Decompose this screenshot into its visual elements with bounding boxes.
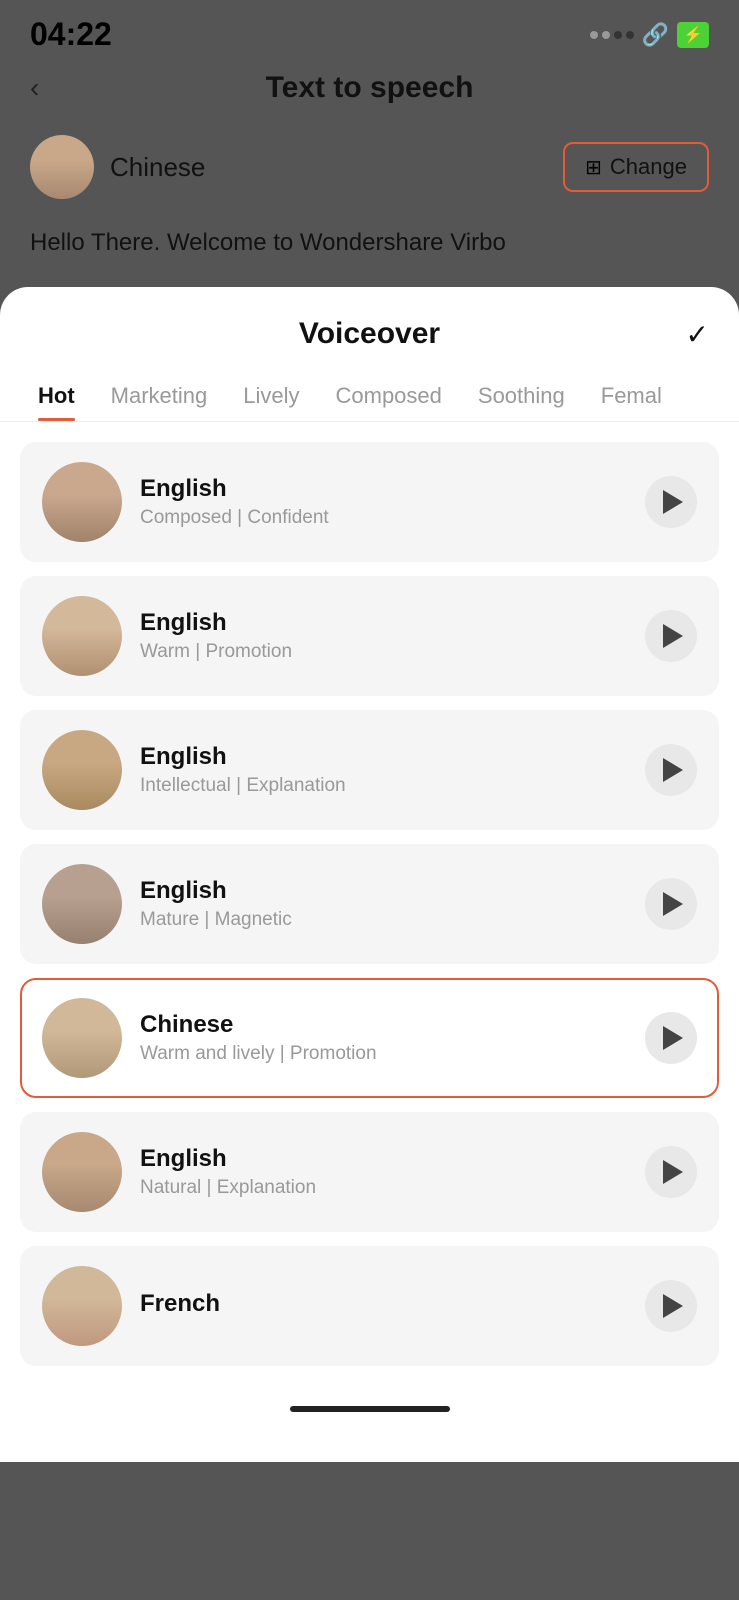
face-6 bbox=[42, 1132, 122, 1212]
face-5 bbox=[42, 998, 122, 1078]
voice-info-4: English Mature | Magnetic bbox=[140, 877, 627, 931]
face-1 bbox=[42, 462, 122, 542]
play-icon-7 bbox=[663, 1294, 683, 1318]
play-button-6[interactable] bbox=[645, 1146, 697, 1198]
voice-tags-4: Mature | Magnetic bbox=[140, 909, 627, 931]
tab-female[interactable]: Femal bbox=[583, 371, 680, 421]
back-button[interactable]: ‹ bbox=[30, 72, 39, 104]
face-2 bbox=[42, 596, 122, 676]
voice-avatar-5 bbox=[42, 998, 122, 1078]
play-button-2[interactable] bbox=[645, 610, 697, 662]
tab-marketing[interactable]: Marketing bbox=[93, 371, 226, 421]
change-button-label: Change bbox=[610, 154, 687, 180]
play-button-7[interactable] bbox=[645, 1280, 697, 1332]
tab-lively[interactable]: Lively bbox=[225, 371, 317, 421]
voice-avatar-6 bbox=[42, 1132, 122, 1212]
play-button-3[interactable] bbox=[645, 744, 697, 796]
play-icon-6 bbox=[663, 1160, 683, 1184]
play-button-4[interactable] bbox=[645, 878, 697, 930]
play-icon-5 bbox=[663, 1026, 683, 1050]
status-bar: 04:22 🔗 ⚡ bbox=[0, 0, 739, 61]
voice-lang-3: English bbox=[140, 743, 627, 771]
voice-avatar-3 bbox=[42, 730, 122, 810]
signal-dot-2 bbox=[602, 31, 610, 39]
play-icon-3 bbox=[663, 758, 683, 782]
voice-tags-1: Composed | Confident bbox=[140, 507, 627, 529]
page-title: Text to speech bbox=[266, 71, 474, 105]
signal-dot-3 bbox=[614, 31, 622, 39]
voice-info-2: English Warm | Promotion bbox=[140, 609, 627, 663]
voice-card-4[interactable]: English Mature | Magnetic bbox=[20, 844, 719, 964]
confirm-button[interactable]: ✓ bbox=[686, 318, 709, 351]
voice-lang-6: English bbox=[140, 1145, 627, 1173]
signal-dot-4 bbox=[626, 31, 634, 39]
link-icon: 🔗 bbox=[642, 22, 669, 48]
signal-dot-1 bbox=[590, 31, 598, 39]
sheet-header: Voiceover ✓ bbox=[0, 287, 739, 361]
voice-info-1: English Composed | Confident bbox=[140, 475, 627, 529]
voice-left: Chinese bbox=[30, 135, 205, 199]
voice-avatar-4 bbox=[42, 864, 122, 944]
battery-icon: ⚡ bbox=[677, 22, 709, 48]
play-button-5[interactable] bbox=[645, 1012, 697, 1064]
voice-info-7: French bbox=[140, 1290, 627, 1322]
face-4 bbox=[42, 864, 122, 944]
status-icons: 🔗 ⚡ bbox=[590, 22, 709, 48]
face-3 bbox=[42, 730, 122, 810]
status-time: 04:22 bbox=[30, 16, 112, 53]
play-icon-1 bbox=[663, 490, 683, 514]
voice-card-6[interactable]: English Natural | Explanation bbox=[20, 1112, 719, 1232]
bottom-indicator bbox=[0, 1386, 739, 1422]
home-indicator bbox=[290, 1406, 450, 1412]
voice-card-5[interactable]: Chinese Warm and lively | Promotion bbox=[20, 978, 719, 1098]
tabs-row: Hot Marketing Lively Composed Soothing F… bbox=[0, 361, 739, 422]
face-7 bbox=[42, 1266, 122, 1346]
sheet-title: Voiceover bbox=[299, 317, 440, 351]
play-icon-2 bbox=[663, 624, 683, 648]
avatar bbox=[30, 135, 94, 199]
change-button[interactable]: ⊞ Change bbox=[563, 142, 709, 192]
voice-lang-5: Chinese bbox=[140, 1011, 627, 1039]
voice-tags-3: Intellectual | Explanation bbox=[140, 775, 627, 797]
voice-name-label: Chinese bbox=[110, 152, 205, 183]
voice-card-2[interactable]: English Warm | Promotion bbox=[20, 576, 719, 696]
avatar-face bbox=[30, 135, 94, 199]
preview-text: Hello There. Welcome to Wondershare Virb… bbox=[0, 215, 739, 287]
voice-avatar-7 bbox=[42, 1266, 122, 1346]
tab-hot[interactable]: Hot bbox=[20, 371, 93, 421]
voice-lang-4: English bbox=[140, 877, 627, 905]
voice-tags-5: Warm and lively | Promotion bbox=[140, 1043, 627, 1065]
voice-avatar-2 bbox=[42, 596, 122, 676]
voice-info-3: English Intellectual | Explanation bbox=[140, 743, 627, 797]
voice-tags-6: Natural | Explanation bbox=[140, 1177, 627, 1199]
voice-lang-7: French bbox=[140, 1290, 627, 1318]
voice-card-7[interactable]: French bbox=[20, 1246, 719, 1366]
top-bar: ‹ Text to speech bbox=[0, 61, 739, 125]
voice-info-6: English Natural | Explanation bbox=[140, 1145, 627, 1199]
voice-card-3[interactable]: English Intellectual | Explanation bbox=[20, 710, 719, 830]
tab-composed[interactable]: Composed bbox=[318, 371, 460, 421]
voice-selector: Chinese ⊞ Change bbox=[0, 125, 739, 215]
voice-list: English Composed | Confident English War… bbox=[0, 422, 739, 1386]
voice-card-1[interactable]: English Composed | Confident bbox=[20, 442, 719, 562]
change-icon: ⊞ bbox=[585, 155, 602, 180]
bottom-sheet: Voiceover ✓ Hot Marketing Lively Compose… bbox=[0, 287, 739, 1462]
voice-avatar-1 bbox=[42, 462, 122, 542]
voice-info-5: Chinese Warm and lively | Promotion bbox=[140, 1011, 627, 1065]
signal-dots bbox=[590, 31, 634, 39]
play-button-1[interactable] bbox=[645, 476, 697, 528]
voice-lang-1: English bbox=[140, 475, 627, 503]
voice-lang-2: English bbox=[140, 609, 627, 637]
voice-tags-2: Warm | Promotion bbox=[140, 641, 627, 663]
tab-soothing[interactable]: Soothing bbox=[460, 371, 583, 421]
play-icon-4 bbox=[663, 892, 683, 916]
